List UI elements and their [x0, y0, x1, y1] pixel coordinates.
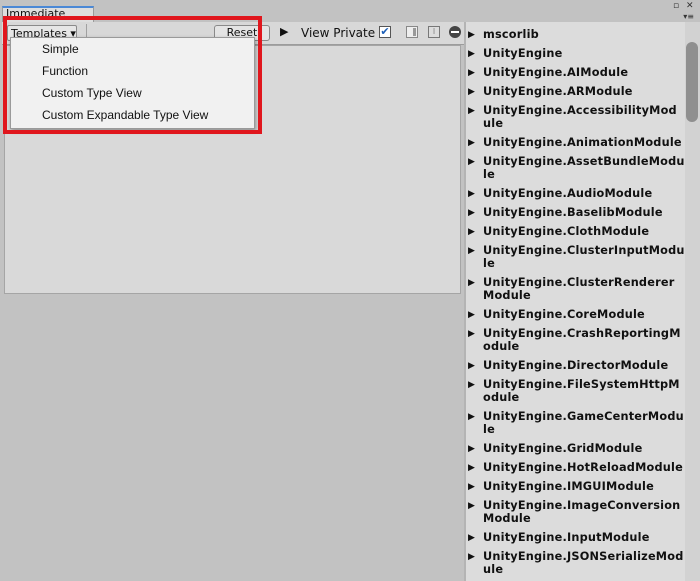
assembly-item[interactable]: ▶ UnityEngine.AssetBundleModule: [466, 152, 685, 184]
expand-arrow-icon[interactable]: ▶: [468, 462, 475, 475]
assembly-item[interactable]: ▶ UnityEngine.GameCenterModule: [466, 407, 685, 439]
assembly-label: UnityEngine.ClusterInputModule: [483, 244, 685, 270]
assembly-item[interactable]: ▶ UnityEngine.AudioModule: [466, 184, 685, 203]
expand-arrow-icon[interactable]: ▶: [468, 207, 475, 220]
assembly-item[interactable]: ▶ UnityEngine.DirectorModule: [466, 356, 685, 375]
assembly-label: UnityEngine.DirectorModule: [483, 359, 669, 372]
expand-arrow-icon[interactable]: ▶: [468, 328, 475, 341]
assembly-label: mscorlib: [483, 28, 539, 41]
tab-menu-icon[interactable]: ▾≡: [683, 12, 694, 21]
assembly-label: UnityEngine: [483, 47, 563, 60]
expand-arrow-icon[interactable]: ▶: [468, 137, 475, 150]
layout-toggle-icon[interactable]: [406, 26, 418, 38]
assembly-item[interactable]: ▶ UnityEngine.GridModule: [466, 439, 685, 458]
assembly-item[interactable]: ▶ UnityEngine.ClusterInputModule: [466, 241, 685, 273]
assembly-item[interactable]: ▶ UnityEngine.IMGUIModule: [466, 477, 685, 496]
expand-arrow-icon[interactable]: ▶: [468, 443, 475, 456]
assembly-label: UnityEngine.BaselibModule: [483, 206, 663, 219]
assembly-label: UnityEngine.FileSystemHttpModule: [483, 378, 680, 404]
assembly-label: UnityEngine.AccessibilityModule: [483, 104, 677, 130]
assembly-item[interactable]: ▶ UnityEngine.HotReloadModule: [466, 458, 685, 477]
assembly-scrollbar[interactable]: [685, 22, 700, 581]
assembly-label: UnityEngine.CrashReportingModule: [483, 327, 681, 353]
assembly-label: UnityEngine.InputModule: [483, 531, 650, 544]
assembly-item[interactable]: ▶ UnityEngine.ClusterRendererModule: [466, 273, 685, 305]
expand-arrow-icon[interactable]: ▶: [468, 551, 475, 564]
expand-arrow-icon[interactable]: ▶: [468, 29, 475, 42]
assembly-label: UnityEngine.CoreModule: [483, 308, 645, 321]
assembly-list: ▶ mscorlib ▶ UnityEngine ▶ UnityEngine.AIModu…: [466, 22, 685, 579]
assembly-item[interactable]: ▶ UnityEngine.BaselibModule: [466, 203, 685, 222]
assembly-label: UnityEngine.AudioModule: [483, 187, 653, 200]
expand-arrow-icon[interactable]: ▶: [468, 105, 475, 118]
expand-arrow-icon[interactable]: ▶: [468, 360, 475, 373]
clear-icon[interactable]: [449, 26, 461, 38]
assembly-item[interactable]: ▶ UnityEngine.AnimationModule: [466, 133, 685, 152]
expand-arrow-icon[interactable]: ▶: [468, 277, 475, 290]
expand-arrow-icon[interactable]: ▶: [468, 67, 475, 80]
assembly-label: UnityEngine.AIModule: [483, 66, 629, 79]
assembly-item[interactable]: ▶ UnityEngine.ARModule: [466, 82, 685, 101]
assembly-item[interactable]: ▶ UnityEngine.FileSystemHttpModule: [466, 375, 685, 407]
expand-arrow-icon[interactable]: ▶: [468, 245, 475, 258]
assembly-label: UnityEngine.GridModule: [483, 442, 643, 455]
menu-item[interactable]: Custom Type View: [11, 82, 254, 104]
assembly-item[interactable]: ▶ UnityEngine.AccessibilityModule: [466, 101, 685, 133]
expand-arrow-icon[interactable]: ▶: [468, 411, 475, 424]
expand-arrow-icon[interactable]: ▶: [468, 86, 475, 99]
assembly-item[interactable]: ▶ UnityEngine.ClothModule: [466, 222, 685, 241]
output-area: [2, 296, 464, 581]
assembly-label: UnityEngine.AssetBundleModule: [483, 155, 685, 181]
assembly-item[interactable]: ▶ UnityEngine.AIModule: [466, 63, 685, 82]
menu-item[interactable]: Custom Expandable Type View: [11, 104, 254, 126]
expand-arrow-icon[interactable]: ▶: [468, 379, 475, 392]
expand-arrow-icon[interactable]: ▶: [468, 188, 475, 201]
menu-item[interactable]: Simple: [11, 38, 254, 60]
expand-arrow-icon[interactable]: ▶: [468, 500, 475, 513]
menu-item[interactable]: Function: [11, 60, 254, 82]
expand-arrow-icon[interactable]: ▶: [468, 226, 475, 239]
assembly-item[interactable]: ▶ UnityEngine.InputModule: [466, 528, 685, 547]
assembly-label: UnityEngine.JSONSerializeModule: [483, 550, 684, 576]
assembly-label: UnityEngine.ImageConversionModule: [483, 499, 681, 525]
assembly-item[interactable]: ▶ UnityEngine.CoreModule: [466, 305, 685, 324]
close-icon[interactable]: ✕: [686, 1, 694, 11]
expand-arrow-icon[interactable]: ▶: [468, 532, 475, 545]
assembly-item[interactable]: ▶ UnityEngine.JSONSerializeModule: [466, 547, 685, 579]
options-icon[interactable]: ⁝: [428, 26, 440, 38]
assembly-label: UnityEngine.ClothModule: [483, 225, 650, 238]
view-private-checkbox[interactable]: ✔: [379, 26, 391, 38]
restore-icon[interactable]: ▫: [673, 1, 679, 11]
assembly-label: UnityEngine.HotReloadModule: [483, 461, 683, 474]
assembly-label: UnityEngine.ARModule: [483, 85, 633, 98]
assembly-item[interactable]: ▶ UnityEngine.CrashReportingModule: [466, 324, 685, 356]
assembly-label: UnityEngine.IMGUIModule: [483, 480, 654, 493]
view-private-label: View Private: [301, 26, 376, 40]
templates-menu: Simple Function Custom Type View Custom Exp…: [10, 37, 255, 129]
assembly-label: UnityEngine.GameCenterModule: [483, 410, 684, 436]
assembly-label: UnityEngine.ClusterRendererModule: [483, 276, 675, 302]
assembly-item[interactable]: ▶ UnityEngine: [466, 44, 685, 63]
expand-arrow-icon[interactable]: ▶: [468, 481, 475, 494]
play-icon[interactable]: ▶: [280, 25, 288, 38]
window-titlebar: Immediate ▫ ✕ ▾≡: [0, 0, 700, 22]
assembly-label: UnityEngine.AnimationModule: [483, 136, 682, 149]
assembly-item[interactable]: ▶ UnityEngine.ImageConversionModule: [466, 496, 685, 528]
assembly-item[interactable]: ▶ mscorlib: [466, 25, 685, 44]
assembly-browser: ▶ mscorlib ▶ UnityEngine ▶ UnityEngine.AIModu…: [466, 22, 685, 581]
expand-arrow-icon[interactable]: ▶: [468, 309, 475, 322]
scrollbar-thumb[interactable]: [686, 42, 698, 122]
expand-arrow-icon[interactable]: ▶: [468, 48, 475, 61]
expand-arrow-icon[interactable]: ▶: [468, 156, 475, 169]
tab-immediate[interactable]: Immediate: [2, 6, 94, 22]
